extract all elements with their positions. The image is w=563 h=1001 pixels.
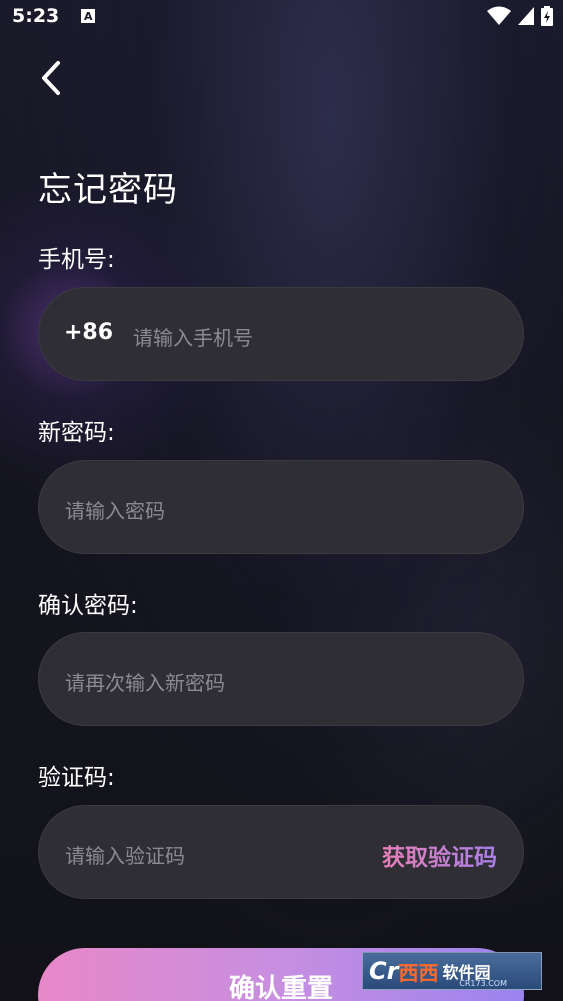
watermark-mark: Cr: [369, 957, 399, 985]
wifi-icon: [487, 6, 511, 25]
back-arrow-icon: [42, 61, 60, 95]
watermark-logo: Cr 西西 软件园 CR173.COM: [362, 952, 542, 990]
phone-field[interactable]: +86 请输入手机号: [38, 287, 524, 381]
confirm-password-label: 确认密码:: [38, 593, 138, 619]
signal-icon: [518, 7, 534, 25]
new-password-label: 新密码:: [38, 420, 115, 446]
new-password-input[interactable]: 请输入密码: [65, 495, 165, 524]
verification-field[interactable]: 请输入验证码 获取验证码: [38, 805, 524, 899]
status-bar: 5:23 A: [0, 0, 563, 32]
phone-input[interactable]: 请输入手机号: [133, 322, 253, 351]
get-code-button[interactable]: 获取验证码: [382, 838, 497, 872]
phone-label: 手机号:: [38, 247, 115, 273]
confirm-password-input[interactable]: 请再次输入新密码: [65, 667, 225, 696]
battery-icon: [541, 6, 553, 26]
page-title: 忘记密码: [38, 170, 178, 210]
country-code[interactable]: +86: [64, 320, 113, 345]
status-time: 5:23: [12, 5, 60, 27]
back-button[interactable]: [34, 58, 68, 98]
notification-icon: A: [81, 9, 96, 23]
verification-label: 验证码:: [38, 765, 115, 791]
new-password-field[interactable]: 请输入密码: [38, 460, 524, 554]
confirm-password-field[interactable]: 请再次输入新密码: [38, 632, 524, 726]
watermark-brand: 西西: [398, 960, 439, 985]
watermark-site: CR173.COM: [459, 979, 507, 988]
verification-input[interactable]: 请输入验证码: [65, 840, 185, 869]
status-icons: [487, 6, 553, 26]
